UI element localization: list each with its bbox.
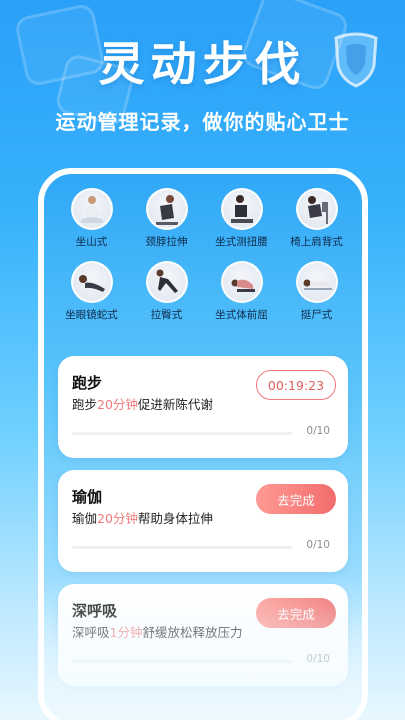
pose-item[interactable]: 坐山式	[54, 188, 129, 249]
progress-count: 0/10	[306, 653, 330, 665]
pose-item[interactable]: 椅上肩背式	[279, 188, 354, 249]
task-duration: 20分钟	[97, 397, 138, 412]
hip-stretch-pose-icon	[145, 261, 188, 303]
pose-item[interactable]: 坐眼镜蛇式	[54, 261, 129, 322]
pose-label: 椅上肩背式	[290, 236, 343, 248]
pose-label: 坐眼镜蛇式	[65, 309, 118, 321]
complete-button[interactable]: 去完成	[256, 484, 336, 514]
app-title: 灵动步伐	[98, 37, 307, 91]
timer-button[interactable]: 00:19:23	[256, 370, 336, 400]
progress-bar	[72, 432, 292, 435]
pose-item[interactable]: 挺尸式	[279, 261, 354, 322]
cobra-pose-icon	[70, 261, 113, 303]
pose-label: 坐式体前屈	[215, 309, 268, 321]
task-card-running: 跑步 跑步20分钟促进新陈代谢 00:19:23 0/10	[58, 356, 348, 458]
chair-shoulder-pose-icon	[295, 188, 338, 230]
pose-label: 挺尸式	[300, 309, 333, 321]
task-description: 跑步20分钟促进新陈代谢	[72, 397, 213, 412]
progress-bar	[72, 660, 292, 663]
task-title: 深呼吸	[72, 602, 118, 620]
task-duration: 1分钟	[109, 625, 143, 640]
progress-count: 0/10	[306, 425, 330, 437]
task-description: 瑜伽20分钟帮助身体拉伸	[72, 511, 213, 526]
seated-twist-pose-icon	[220, 188, 263, 230]
progress-count: 0/10	[306, 539, 330, 551]
task-card-yoga: 瑜伽 瑜伽20分钟帮助身体拉伸 去完成 0/10	[58, 470, 348, 572]
pose-label: 颈脖拉伸	[145, 236, 188, 248]
pose-item[interactable]: 颈脖拉伸	[129, 188, 204, 249]
neck-stretch-pose-icon	[145, 188, 188, 230]
pose-item[interactable]: 拉臀式	[129, 261, 204, 322]
task-description: 深呼吸1分钟舒缓放松释放压力	[72, 625, 243, 640]
task-title: 跑步	[72, 374, 103, 392]
corpse-pose-icon	[295, 261, 338, 303]
progress-bar	[72, 546, 292, 549]
pose-label: 坐山式	[75, 236, 108, 248]
task-title: 瑜伽	[72, 488, 103, 506]
pose-label: 拉臀式	[150, 309, 183, 321]
app-subtitle: 运动管理记录，做你的贴心卫士	[55, 110, 350, 134]
phone-frame: 坐山式 颈脖拉伸 坐式测扭腰 椅上肩背式 坐眼镜蛇式 拉臀式 坐式体前屈 挺尸式…	[38, 168, 368, 720]
task-duration: 20分钟	[97, 511, 138, 526]
forward-bend-pose-icon	[220, 261, 263, 303]
complete-button[interactable]: 去完成	[256, 598, 336, 628]
pose-item[interactable]: 坐式体前屈	[204, 261, 279, 322]
sitting-mountain-pose-icon	[70, 188, 113, 230]
task-card-deep-breathing: 深呼吸 深呼吸1分钟舒缓放松释放压力 去完成 0/10	[58, 584, 348, 686]
pose-label: 坐式测扭腰	[215, 236, 268, 248]
pose-item[interactable]: 坐式测扭腰	[204, 188, 279, 249]
pose-grid: 坐山式 颈脖拉伸 坐式测扭腰 椅上肩背式 坐眼镜蛇式 拉臀式 坐式体前屈 挺尸式	[54, 188, 354, 322]
